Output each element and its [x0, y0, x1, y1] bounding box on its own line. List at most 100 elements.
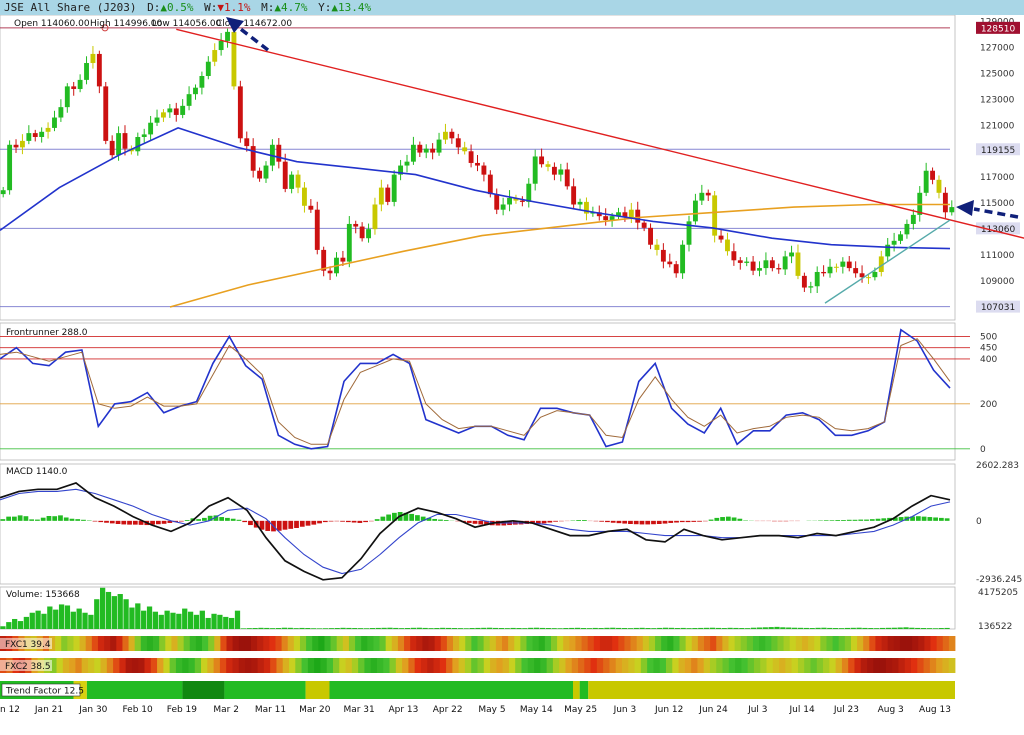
fxc1-cell: [918, 636, 925, 651]
price-level-label: 128510: [981, 24, 1016, 34]
volume-bar: [64, 605, 71, 629]
macd-histogram-bar: [345, 520, 351, 523]
fxc1-cell: [759, 636, 766, 651]
fxc2-cell: [534, 658, 541, 673]
fxc2-cell: [351, 658, 359, 673]
candle: [725, 239, 730, 252]
candle: [545, 164, 551, 167]
volume-bar: [891, 627, 897, 629]
candle: [827, 266, 833, 274]
candle: [763, 260, 769, 269]
macd-histogram-bar: [668, 520, 674, 523]
macd-histogram-bar: [230, 518, 236, 521]
date-tick-label: Feb 10: [122, 705, 153, 715]
macd-histogram-bar: [927, 517, 933, 521]
fxc1-cell: [367, 636, 374, 651]
volume-bar: [709, 627, 716, 629]
candle: [289, 174, 295, 189]
macd-histogram-bar: [881, 518, 887, 521]
fxc1-cell: [471, 636, 478, 651]
fxc1-cell: [275, 636, 283, 651]
macd-histogram-bar: [720, 517, 725, 521]
candle: [904, 223, 910, 235]
candle: [308, 205, 314, 210]
candle: [173, 108, 179, 115]
volume-bar: [41, 613, 47, 629]
macd-histogram-bar: [0, 519, 6, 521]
candle: [949, 207, 955, 213]
fxc2-cell: [144, 658, 152, 673]
fxc2-cell: [678, 658, 686, 673]
volume-bar: [70, 611, 76, 629]
candle: [923, 170, 929, 193]
fxc1-cell: [906, 636, 913, 651]
volume-bar: [363, 628, 370, 629]
fxc2-cell: [665, 658, 673, 673]
price-panel: 1290001270001250001230001210001190001170…: [0, 15, 1024, 321]
fxc2-cell: [81, 658, 89, 673]
volume-bar: [17, 621, 24, 629]
fxc2-cell: [590, 658, 598, 673]
macd-histogram-bar: [841, 520, 846, 521]
candle: [846, 261, 852, 269]
fxc2-cell: [929, 658, 937, 673]
fxc2-cell: [904, 658, 912, 673]
candle: [609, 216, 615, 221]
fxc2-cell: [471, 658, 478, 673]
candle: [225, 31, 230, 41]
candle: [840, 261, 846, 267]
volume-title: Volume: 153668: [6, 590, 80, 600]
fxc1-cell: [355, 636, 362, 651]
volume-bar: [23, 616, 30, 629]
macd-panel: 2602.283 0 -2936.245 MACD 1140.0: [0, 461, 1022, 585]
macd-histogram-bar: [622, 520, 628, 524]
macd-histogram-bar: [132, 520, 138, 525]
macd-histogram-bar: [104, 520, 109, 523]
macd-histogram-bar: [236, 519, 242, 521]
candle: [705, 192, 711, 196]
macd-histogram-bar: [12, 516, 17, 521]
volume-bar: [592, 627, 598, 629]
year-change-label: Y:: [318, 1, 332, 14]
fxc2-cell: [753, 658, 761, 673]
fxc1-cell: [202, 636, 209, 651]
candle: [359, 226, 365, 239]
fxc2-cell: [113, 658, 120, 673]
fxc2-cell: [238, 658, 246, 673]
fxc1-cell: [948, 636, 956, 651]
fxc2-cell: [483, 658, 491, 673]
fxc1-cell: [422, 636, 429, 651]
fxc1-cell: [287, 636, 295, 651]
candle: [250, 146, 256, 171]
fxc2-cell: [703, 658, 711, 673]
volume-bar: [563, 628, 569, 629]
fxc1-cell: [91, 636, 99, 651]
fxc1-cell: [612, 636, 619, 651]
fxc1-cell: [67, 636, 74, 651]
price-tick-label: 127000: [980, 43, 1015, 53]
candle: [423, 148, 429, 153]
fxc2-cell: [640, 658, 648, 673]
volume-bar: [322, 628, 329, 629]
candle: [116, 133, 122, 156]
macd-histogram-bar: [933, 517, 938, 521]
fxc2-cell: [169, 658, 177, 673]
fxc2-cell: [596, 658, 604, 673]
fxc2-cell: [257, 658, 265, 673]
trend-factor-segment: [224, 681, 306, 699]
candle: [507, 198, 512, 205]
fxc2-cell: [898, 658, 906, 673]
macd-histogram-bar: [829, 520, 835, 521]
fxc1-cell: [746, 636, 754, 651]
fxc2-cell: [464, 658, 472, 673]
volume-bar: [944, 627, 950, 629]
fxc2-cell: [232, 658, 240, 673]
candle: [436, 139, 442, 153]
date-tick-label: Apr 22: [433, 705, 463, 715]
volume-bar: [574, 627, 581, 629]
volume-bar: [193, 614, 200, 629]
volume-bar: [627, 628, 634, 629]
volume-bar: [123, 599, 129, 629]
candle: [327, 270, 333, 274]
macd-histogram-bar: [478, 520, 484, 525]
